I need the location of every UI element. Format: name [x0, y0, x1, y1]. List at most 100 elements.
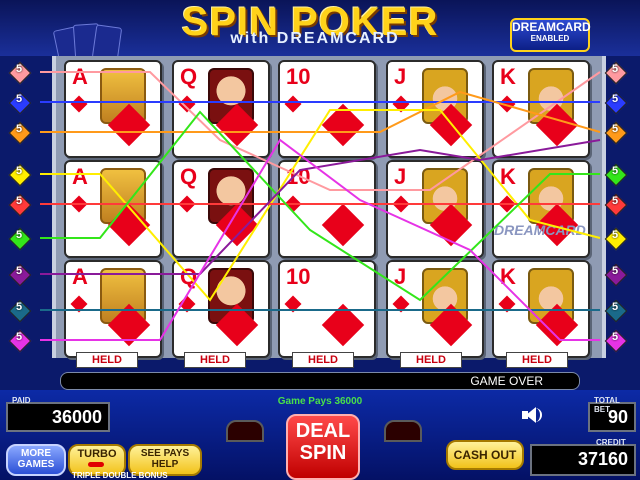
- diamond-suit-icon: [178, 95, 196, 113]
- card-rank: Q: [180, 264, 198, 289]
- payline-left-6[interactable]: 5: [8, 227, 32, 251]
- payline-bet: 5: [611, 265, 619, 277]
- card-r3-c4[interactable]: J: [386, 260, 484, 358]
- payline-left-4[interactable]: 5: [8, 163, 32, 187]
- credit-label: CREDIT: [596, 438, 626, 447]
- card-rank: J: [394, 164, 407, 189]
- card-r1-c3[interactable]: 10: [278, 60, 376, 158]
- held-indicator-3: HELD: [292, 352, 354, 368]
- payline-bet: 5: [611, 331, 619, 343]
- more-games-button[interactable]: MORE GAMES: [6, 444, 66, 476]
- diamond-suit-icon: [178, 195, 196, 213]
- diamond-suit-icon: [392, 295, 410, 313]
- status-message: GAME OVER: [470, 374, 543, 388]
- card-rank: 10: [286, 264, 311, 289]
- game-subtitle: with DREAMCARD: [230, 30, 400, 47]
- diamond-suit-icon: [284, 295, 302, 313]
- diamond-suit-icon: [70, 295, 88, 313]
- payline-left-2[interactable]: 5: [8, 91, 32, 115]
- payline-bet: 5: [15, 331, 23, 343]
- card-r1-c1[interactable]: A: [64, 60, 162, 158]
- payline-right-8[interactable]: 5: [604, 299, 628, 323]
- card-r2-c4[interactable]: J: [386, 160, 484, 258]
- card-rank: Q: [180, 64, 198, 89]
- payline-left-5[interactable]: 5: [8, 193, 32, 217]
- card-r3-c3[interactable]: 10: [278, 260, 376, 358]
- card-rank: A: [72, 164, 88, 189]
- card-r3-c5[interactable]: K: [492, 260, 590, 358]
- card-r2-c3[interactable]: 10: [278, 160, 376, 258]
- payline-bet: 5: [15, 63, 23, 75]
- diamond-suit-icon: [321, 303, 365, 347]
- payline-left-7[interactable]: 5: [8, 263, 32, 287]
- payline-right-5[interactable]: 5: [604, 193, 628, 217]
- sound-toggle-icon[interactable]: [520, 404, 542, 426]
- card-rank: K: [500, 264, 516, 289]
- payline-left-9[interactable]: 5: [8, 329, 32, 353]
- card-r2-c5[interactable]: K: [492, 160, 590, 258]
- card-rank: K: [500, 164, 516, 189]
- payline-right-7[interactable]: 5: [604, 263, 628, 287]
- card-r2-c2[interactable]: Q: [172, 160, 270, 258]
- credit-meter: CREDIT 37160: [530, 438, 636, 476]
- card-r1-c4[interactable]: J: [386, 60, 484, 158]
- badge-title: DREAMCARD: [512, 20, 591, 34]
- held-indicator-5: HELD: [506, 352, 568, 368]
- payline-right-9[interactable]: 5: [604, 329, 628, 353]
- payline-right-6[interactable]: 5: [604, 227, 628, 251]
- card-rank: A: [72, 264, 88, 289]
- total-bet-value: 90: [607, 407, 628, 427]
- payline-bet: 5: [15, 265, 23, 277]
- spin-label: SPIN: [299, 442, 347, 464]
- card-r3-c1[interactable]: A: [64, 260, 162, 358]
- total-bet-meter: TOTAL BET 90: [588, 396, 636, 432]
- hold-button-left[interactable]: [226, 420, 264, 442]
- payline-left-1[interactable]: 5: [8, 61, 32, 85]
- payline-left-8[interactable]: 5: [8, 299, 32, 323]
- card-r1-c2[interactable]: Q: [172, 60, 270, 158]
- payline-bet: 5: [15, 195, 23, 207]
- held-indicator-4: HELD: [400, 352, 462, 368]
- payline-right-2[interactable]: 5: [604, 91, 628, 115]
- card-rank: K: [500, 64, 516, 89]
- dreamcard-wild-label: DREAMCARD: [494, 222, 586, 238]
- card-r3-c2[interactable]: Q: [172, 260, 270, 358]
- payline-bet: 5: [15, 229, 23, 241]
- payline-left-3[interactable]: 5: [8, 121, 32, 145]
- payline-bet: 5: [611, 123, 619, 135]
- deal-spin-button[interactable]: DEAL SPIN: [286, 414, 360, 480]
- diamond-suit-icon: [70, 95, 88, 113]
- cash-out-button[interactable]: CASH OUT: [446, 440, 524, 470]
- card-rank: A: [72, 64, 88, 89]
- diamond-suit-icon: [284, 95, 302, 113]
- payline-bet: 5: [611, 301, 619, 313]
- diamond-suit-icon: [321, 103, 365, 147]
- diamond-suit-icon: [178, 295, 196, 313]
- more-games-label-2: GAMES: [17, 459, 55, 470]
- hold-button-right[interactable]: [384, 420, 422, 442]
- help-label: HELP: [151, 459, 179, 470]
- card-r2-c1[interactable]: A: [64, 160, 162, 258]
- diamond-suit-icon: [498, 95, 516, 113]
- paid-value: 36000: [51, 407, 102, 427]
- diamond-suit-icon: [498, 195, 516, 213]
- badge-status: ENABLED: [530, 34, 570, 43]
- payline-right-1[interactable]: 5: [604, 61, 628, 85]
- card-rank: J: [394, 264, 407, 289]
- card-r1-c5[interactable]: K: [492, 60, 590, 158]
- payline-right-4[interactable]: 5: [604, 163, 628, 187]
- game-pays-text: Game Pays 36000: [277, 396, 363, 407]
- held-indicator-1: HELD: [76, 352, 138, 368]
- payline-bet: 5: [15, 93, 23, 105]
- payline-right-3[interactable]: 5: [604, 121, 628, 145]
- status-bar: GAME OVER: [60, 372, 580, 390]
- diamond-suit-icon: [321, 203, 365, 247]
- payline-bet: 5: [15, 301, 23, 313]
- diamond-suit-icon: [284, 195, 302, 213]
- card-rank: Q: [180, 164, 198, 189]
- dreamcard-enabled-badge: DREAMCARD ENABLED: [510, 18, 591, 52]
- turbo-led-icon: [88, 462, 104, 467]
- see-pays-label: SEE PAYS: [140, 448, 190, 459]
- credit-value: 37160: [577, 449, 628, 469]
- card-deck-art: [52, 23, 126, 65]
